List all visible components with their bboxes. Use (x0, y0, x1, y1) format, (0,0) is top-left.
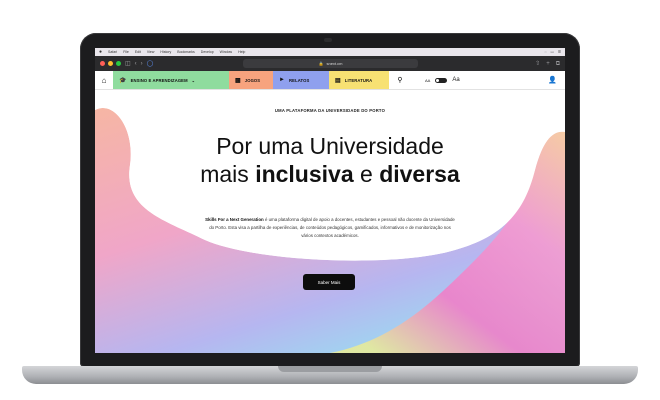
nav-tab-ensino[interactable]: 🎓 ENSINO E APRENDIZAGEM ⌄ (113, 71, 229, 89)
window-controls (100, 61, 121, 66)
headline-word: e (353, 161, 380, 187)
menu-item[interactable]: View (147, 50, 155, 54)
headline-word-emphasis: inclusiva (255, 161, 354, 187)
nav-tab-literatura[interactable]: ▤ LITERATURA (329, 71, 389, 89)
back-icon[interactable]: ‹ (135, 61, 137, 67)
hero-headline: Por uma Universidade mais inclusiva e di… (95, 132, 565, 188)
menu-item[interactable]: Help (238, 50, 245, 54)
nav-tab-relatos[interactable]: ► RELATOS (273, 71, 329, 89)
intro-brand: Skills For a Next Generation (205, 217, 264, 222)
camera (324, 38, 332, 42)
macos-menubar: ● Safari File Edit View History Bookmark… (95, 48, 565, 56)
accessibility-tools: AA Aa (425, 71, 460, 89)
search-icon[interactable]: ⚲ (389, 71, 411, 89)
forward-icon[interactable]: › (141, 61, 143, 67)
font-size-control[interactable]: AA (425, 78, 430, 83)
menubar-status: ◌ ▭ ☰ (544, 50, 561, 54)
text-size-button[interactable]: Aa (452, 77, 459, 83)
menu-item[interactable]: Window (220, 50, 232, 54)
shield-icon[interactable]: ◯ (147, 61, 154, 67)
zoom-window-button[interactable] (116, 61, 121, 66)
address-bar[interactable]: 🔒 snext.cm (243, 59, 418, 68)
share-icon[interactable]: ⇧ (535, 61, 540, 67)
battery-icon[interactable]: ▭ (551, 50, 554, 54)
graduation-cap-icon: 🎓 (119, 77, 127, 84)
nav-tab-label: RELATOS (289, 77, 310, 83)
saber-mais-button[interactable]: Saber Mais (303, 274, 355, 290)
menu-item[interactable]: Edit (135, 50, 141, 54)
hero-section: UMA PLATAFORMA DA UNIVERSIDADE DO PORTO … (95, 90, 565, 353)
menu-item[interactable]: Safari (108, 50, 117, 54)
headline-line-2: mais inclusiva e diversa (95, 160, 565, 188)
control-center-icon[interactable]: ☰ (558, 50, 561, 54)
close-window-button[interactable] (100, 61, 105, 66)
address-url: snext.cm (326, 61, 343, 66)
toolbar-actions: ⇧ + ⧉ (535, 61, 560, 67)
laptop-base-notch (278, 366, 382, 372)
user-icon[interactable]: 👤 (548, 76, 557, 84)
home-icon[interactable]: ⌂ (95, 71, 113, 89)
nav-tab-label: ENSINO E APRENDIZAGEM (130, 77, 188, 83)
gamepad-icon: ▩ (235, 77, 241, 84)
hero-eyebrow: UMA PLATAFORMA DA UNIVERSIDADE DO PORTO (274, 108, 386, 113)
wifi-icon[interactable]: ◌ (544, 50, 546, 54)
chevron-down-icon: ⌄ (191, 77, 196, 83)
menu-item[interactable]: Develop (201, 50, 214, 54)
lock-icon: 🔒 (318, 61, 324, 66)
sidebar-toggle-icon[interactable]: ◫ (125, 61, 131, 67)
book-icon: ▤ (335, 77, 341, 84)
menu-item[interactable]: Bookmarks (177, 50, 195, 54)
laptop-screen: ● Safari File Edit View History Bookmark… (95, 48, 565, 353)
megaphone-icon: ► (279, 77, 286, 83)
menu-item[interactable]: File (123, 50, 129, 54)
tab-overview-icon[interactable]: ⧉ (556, 61, 560, 67)
headline-word: mais (200, 161, 256, 187)
minimize-window-button[interactable] (108, 61, 113, 66)
contrast-toggle[interactable] (435, 77, 448, 83)
headline-word-emphasis: diversa (379, 161, 460, 187)
nav-tab-label: JOGOS (244, 77, 261, 83)
nav-tab-label: LITERATURA (344, 77, 373, 83)
hero-intro: Skills For a Next Generation é uma plata… (205, 216, 455, 240)
site-nav: ⌂ 🎓 ENSINO E APRENDIZAGEM ⌄ ▩ JOGOS ► RE… (95, 71, 565, 90)
new-tab-icon[interactable]: + (546, 61, 550, 67)
apple-icon[interactable]: ● (99, 49, 102, 55)
nav-tab-jogos[interactable]: ▩ JOGOS (229, 71, 273, 89)
headline-line-1: Por uma Universidade (216, 133, 444, 159)
menu-item[interactable]: History (160, 50, 171, 54)
